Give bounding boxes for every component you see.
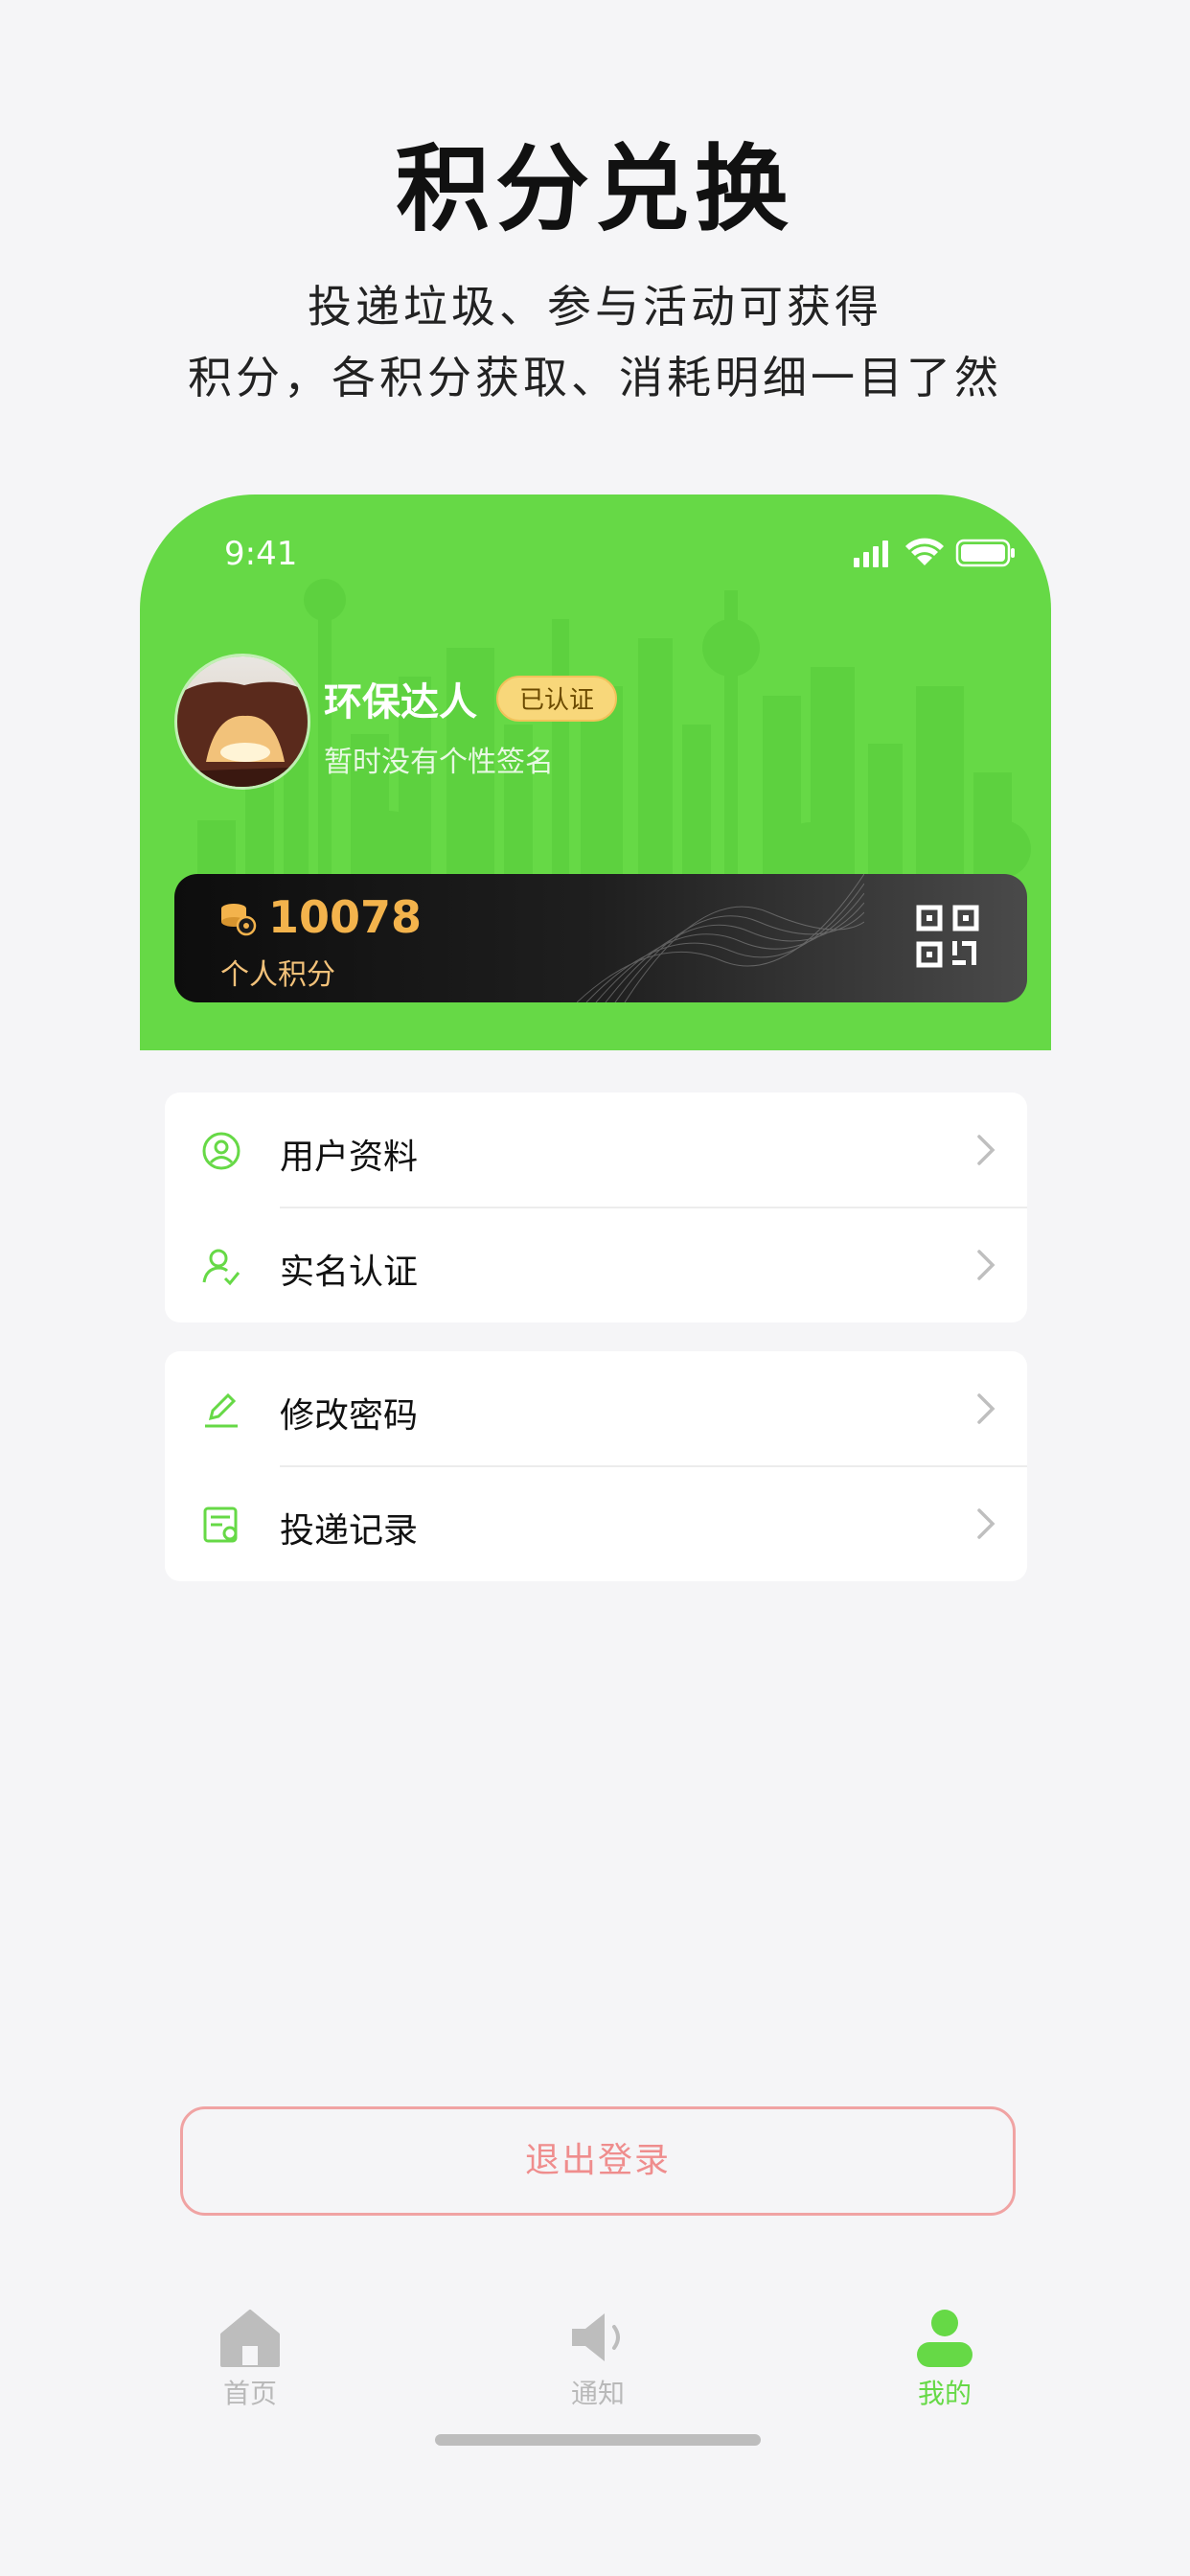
menu-group-account: 用户资料 实名认证: [165, 1092, 1027, 1322]
chevron-right-icon: [977, 1393, 995, 1424]
menu-label: 投递记录: [280, 1511, 419, 1551]
pencil-icon: [205, 1392, 238, 1428]
signal-icon: [854, 540, 888, 567]
chevron-right-icon: [977, 1508, 995, 1539]
qr-code-icon[interactable]: [916, 905, 979, 968]
status-time: 9:41: [224, 535, 298, 573]
promo-title: 积分兑换: [395, 135, 794, 244]
menu-label: 实名认证: [280, 1253, 419, 1292]
coins-icon: [221, 904, 257, 936]
promo-subtitle-line1: 投递垃圾、参与活动可获得: [308, 281, 882, 333]
menu-item-change-password[interactable]: 修改密码: [165, 1351, 1027, 1467]
avatar-image: [177, 656, 308, 787]
avatar[interactable]: [174, 654, 310, 790]
menu-group-records: 修改密码 投递记录: [165, 1351, 1027, 1581]
tab-notice[interactable]: 通知: [521, 2308, 675, 2411]
user-name: 环保达人: [324, 680, 477, 724]
wifi-icon: [905, 538, 944, 565]
user-circle-icon: [202, 1132, 240, 1170]
status-icons: [854, 538, 1015, 567]
menu-item-delivery-records[interactable]: 投递记录: [165, 1466, 1027, 1581]
chevron-right-icon: [977, 1250, 995, 1280]
points-label: 个人积分: [220, 958, 335, 992]
menu-label: 修改密码: [280, 1396, 419, 1436]
home-icon: [220, 2310, 280, 2367]
tab-mine[interactable]: 我的: [868, 2308, 1021, 2411]
person-icon: [917, 2310, 973, 2367]
home-indicator[interactable]: [435, 2434, 761, 2446]
verify-user-icon: [202, 1249, 240, 1286]
tab-label: 首页: [222, 2378, 277, 2409]
profile-header: 9:41 环保达人 已认证 暂时没有个性签名 10078 个人积分: [140, 494, 1051, 1050]
points-card[interactable]: 10078 个人积分: [174, 874, 1027, 1002]
verified-badge: 已认证: [496, 676, 617, 722]
menu-label: 用户资料: [280, 1138, 419, 1177]
tab-label: 我的: [917, 2378, 972, 2409]
battery-icon: [955, 539, 1015, 567]
tab-label: 通知: [570, 2378, 625, 2409]
chevron-right-icon: [977, 1135, 995, 1165]
menu-item-real-name[interactable]: 实名认证: [165, 1208, 1027, 1322]
phone-screen: 9:41 环保达人 已认证 暂时没有个性签名 10078 个人积分 用户资料 实…: [140, 494, 1051, 2459]
logout-button[interactable]: 退出登录: [180, 2106, 1016, 2216]
promo-subtitle-line2: 积分，各积分获取、消耗明细一目了然: [188, 352, 1002, 403]
menu-item-user-profile[interactable]: 用户资料: [165, 1092, 1027, 1208]
user-signature: 暂时没有个性签名: [324, 746, 554, 779]
record-icon: [203, 1506, 238, 1543]
speaker-icon: [572, 2313, 620, 2361]
points-value: 10078: [268, 891, 423, 943]
wave-decoration: [577, 874, 864, 1002]
tab-home[interactable]: 首页: [173, 2308, 327, 2411]
